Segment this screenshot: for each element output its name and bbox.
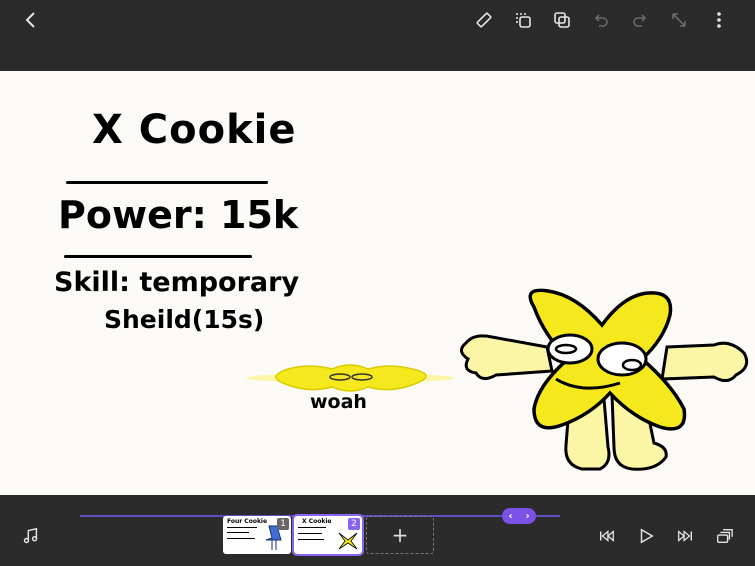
power-text: Power: 15k <box>58 193 299 237</box>
redo-button[interactable] <box>626 6 654 34</box>
drawing-canvas[interactable]: X Cookie Power: 15k Skill: temporary She… <box>0 71 755 495</box>
timeline-bar: ‹ › Four Cookie 1 X Cookie 2 + <box>0 495 755 566</box>
ruler-button[interactable] <box>470 6 498 34</box>
skill-text-line2: Sheild(15s) <box>104 305 265 334</box>
undo-icon <box>594 14 608 27</box>
layers-icon <box>717 529 733 543</box>
x-cookie-character <box>460 288 749 471</box>
x-cookie-thumb-drawing <box>338 532 358 550</box>
frame-number-badge: 1 <box>277 518 289 530</box>
flat-cookie-drawing <box>246 364 454 392</box>
more-vertical-icon <box>717 12 721 28</box>
frame-thumb-title: Four Cookie <box>227 518 268 525</box>
chevron-left-icon <box>25 12 35 28</box>
play-icon <box>640 528 654 544</box>
top-toolbar <box>0 0 755 71</box>
frame-number-badge: 2 <box>348 518 360 530</box>
frame-thumbnail-2[interactable]: X Cookie 2 <box>292 514 364 556</box>
skill-text-line1: Skill: temporary <box>54 267 300 298</box>
frame-thumb-title: X Cookie <box>302 518 332 525</box>
underline-1 <box>66 181 268 184</box>
music-button[interactable] <box>20 525 42 547</box>
skip-start-icon <box>599 530 614 542</box>
more-button[interactable] <box>705 6 733 34</box>
add-frame-button[interactable]: + <box>366 516 434 554</box>
skip-end-button[interactable] <box>674 525 696 547</box>
duplicate-button[interactable] <box>548 6 576 34</box>
title-text: X Cookie <box>92 107 297 153</box>
frame-thumbnail-1[interactable]: Four Cookie 1 <box>223 516 291 554</box>
expand-icon <box>672 13 686 27</box>
ruler-icon <box>476 12 492 28</box>
undo-button[interactable] <box>587 6 615 34</box>
underline-2 <box>64 255 252 258</box>
duplicate-icon <box>554 12 570 28</box>
layers-button[interactable] <box>713 525 735 547</box>
timeline-scrubber[interactable]: ‹ › <box>502 508 536 524</box>
chevron-left-icon: ‹ <box>508 510 513 522</box>
chevron-right-icon: › <box>525 510 530 522</box>
music-note-icon <box>23 527 38 544</box>
fullscreen-button[interactable] <box>665 6 693 34</box>
skip-end-icon <box>678 530 693 542</box>
copy-layer-button[interactable] <box>509 6 537 34</box>
back-button[interactable] <box>17 6 45 34</box>
skip-start-button[interactable] <box>596 525 618 547</box>
play-button[interactable] <box>635 525 657 547</box>
redo-icon <box>633 14 647 27</box>
copy-icon <box>516 13 531 28</box>
